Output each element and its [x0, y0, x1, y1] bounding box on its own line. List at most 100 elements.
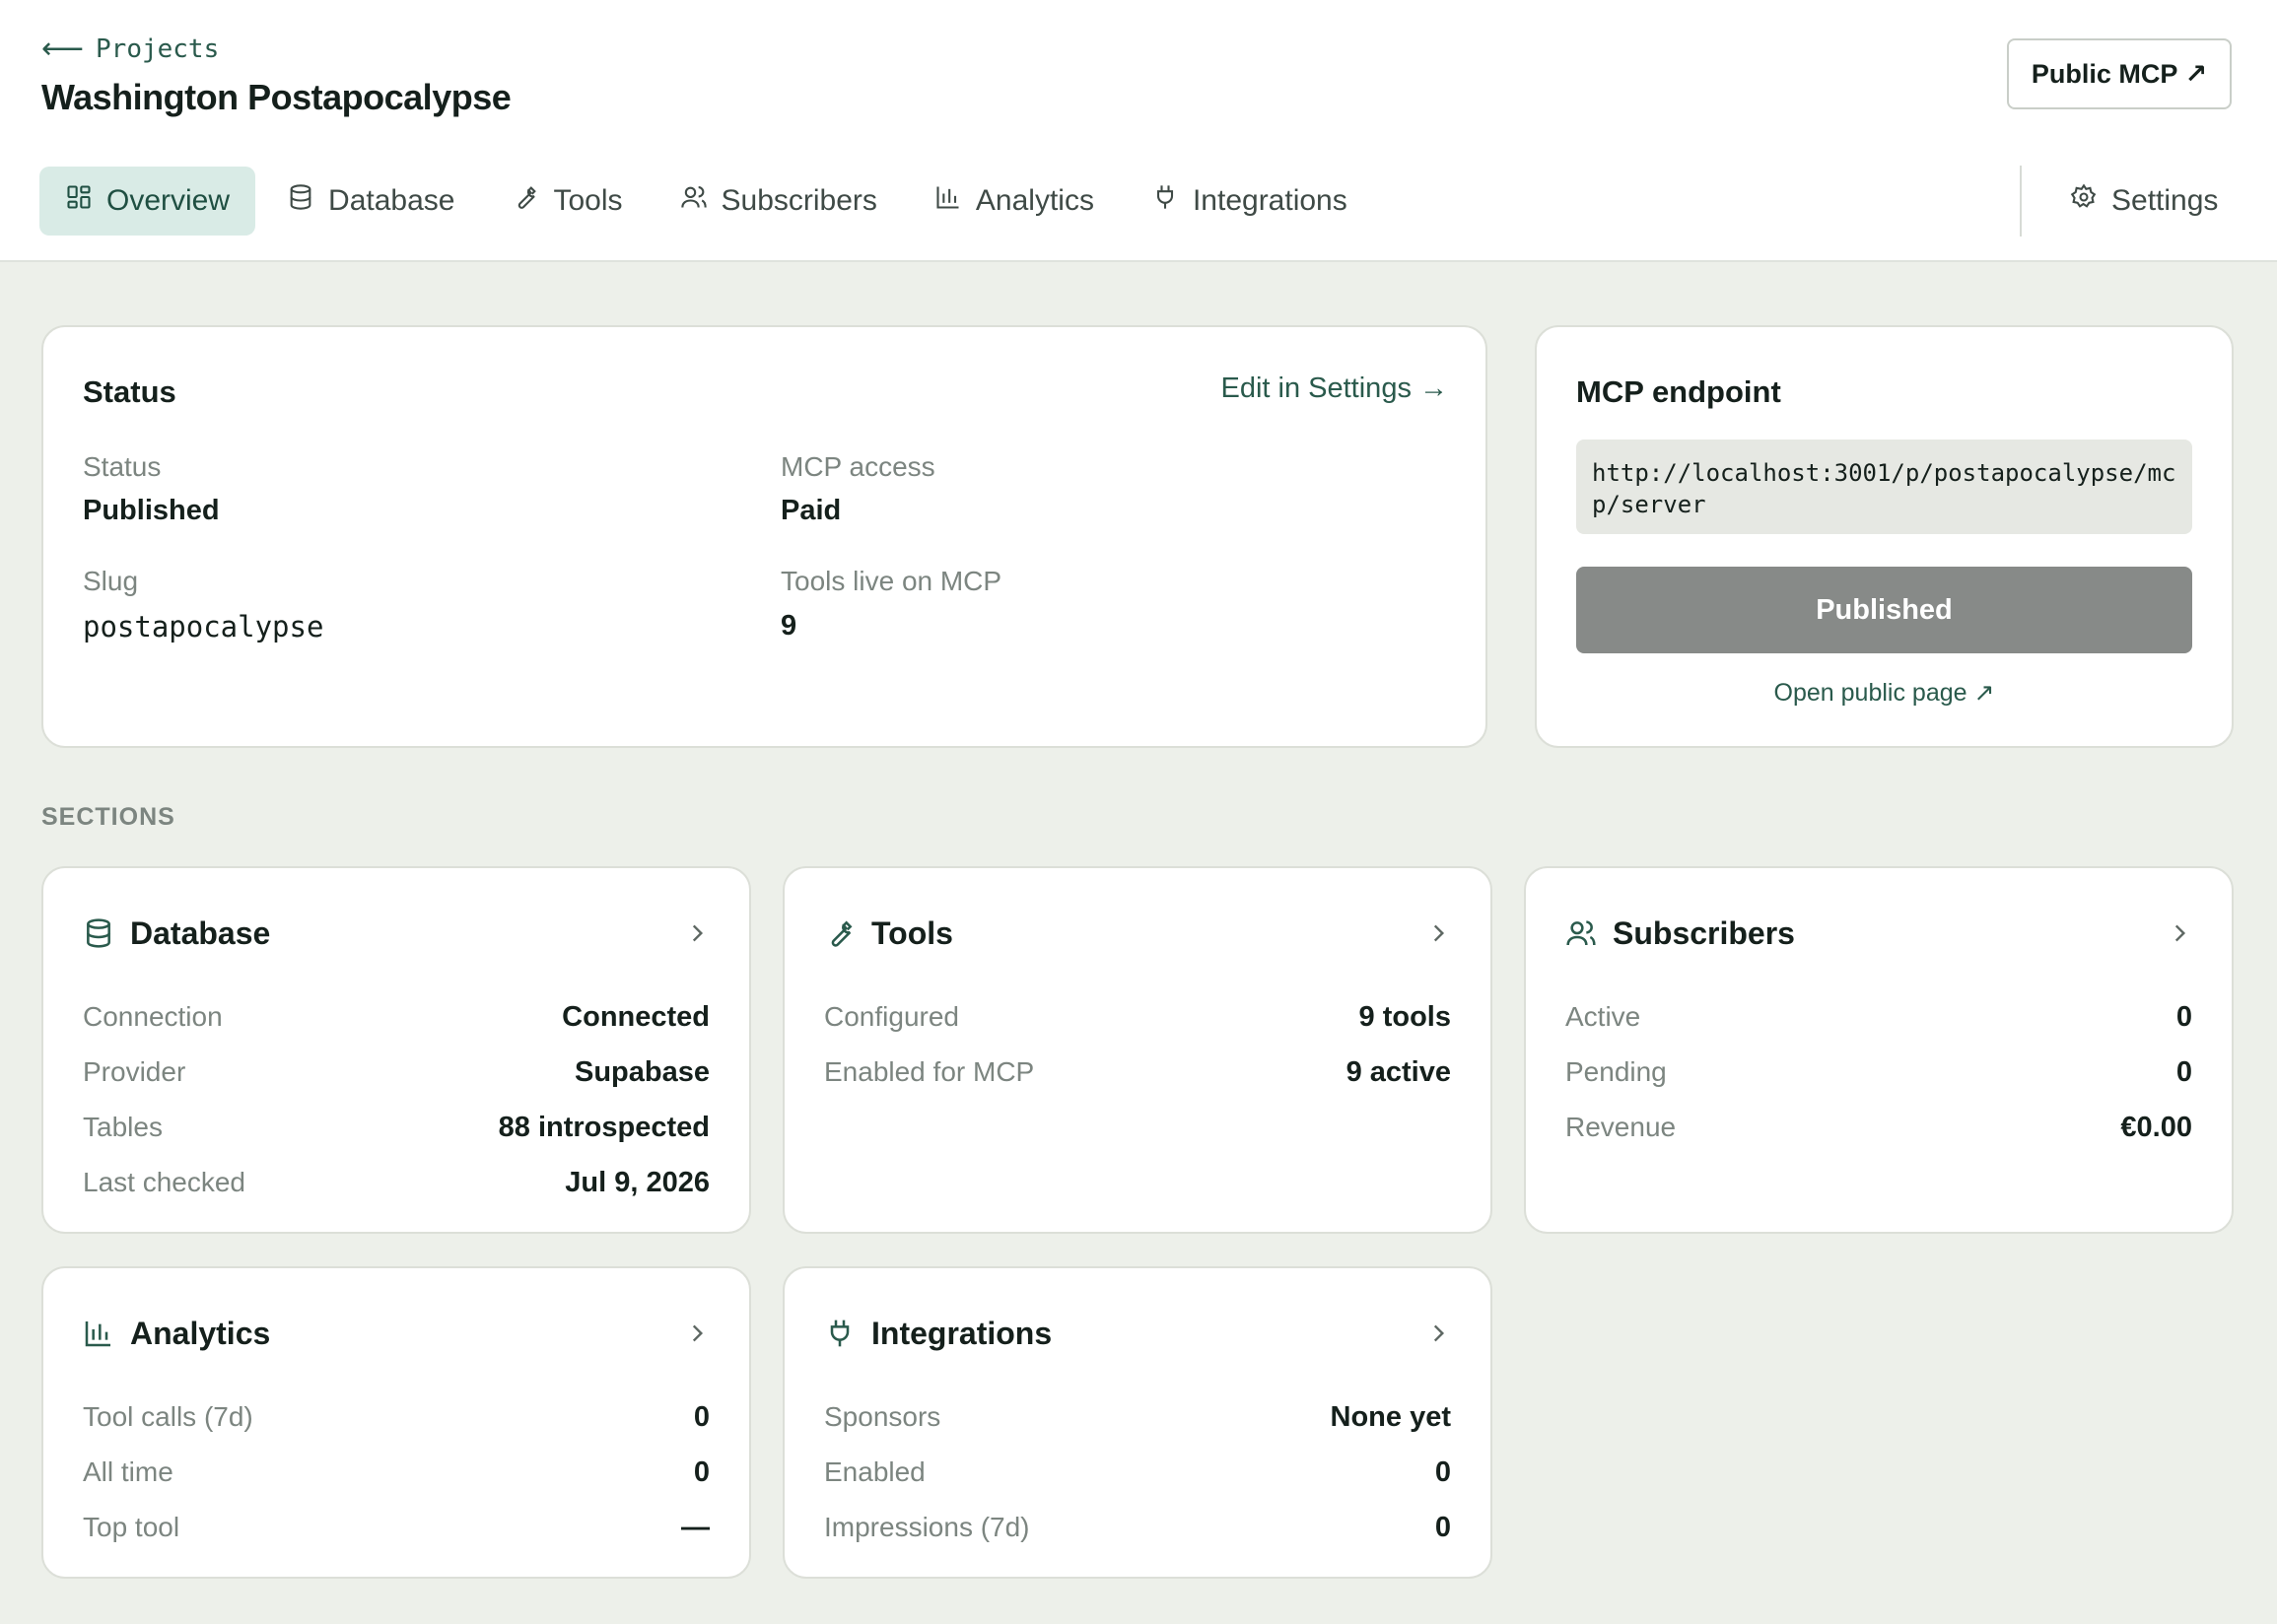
tools-live-label: Tools live on MCP [781, 566, 1002, 596]
list-item: Enabled for MCP 9 active [824, 1045, 1451, 1100]
wrench-icon [824, 917, 856, 949]
status-label: Status [83, 451, 162, 482]
database-section-title: Database [130, 914, 271, 951]
list-item: All time 0 [83, 1445, 710, 1500]
arrow-left-icon: ⟵ [41, 33, 85, 65]
list-item: Configured 9 tools [824, 989, 1451, 1045]
row-value: 9 active [1346, 1055, 1451, 1088]
row-value: 0 [1434, 1455, 1451, 1488]
chevron-right-icon[interactable] [1425, 920, 1451, 946]
published-button[interactable]: Published [1576, 567, 2192, 653]
analytics-section-card[interactable]: Analytics Tool calls (7d) 0 All time 0 Top… [41, 1266, 751, 1579]
back-to-projects-link[interactable]: ⟵ Projects [41, 32, 219, 67]
row-value: Jul 9, 2026 [565, 1166, 710, 1198]
tab-database[interactable]: Database [261, 167, 480, 236]
plug-icon [1151, 183, 1179, 219]
settings-label: Settings [2111, 184, 2219, 217]
row-value: 0 [2175, 1055, 2192, 1088]
row-label: Enabled [824, 1456, 926, 1487]
tools-section-title: Tools [871, 914, 953, 951]
nav-divider [2020, 166, 2022, 237]
list-item: Enabled 0 [824, 1445, 1451, 1500]
row-label: Tables [83, 1112, 163, 1142]
row-label: Provider [83, 1056, 186, 1087]
row-value: — [681, 1511, 710, 1543]
row-label: Sponsors [824, 1401, 941, 1432]
page-header: ⟵ Projects Washington Postapocalypse Pub… [0, 0, 2277, 262]
tab-label: Database [328, 184, 455, 217]
slug-label: Slug [83, 566, 139, 596]
row-value: €0.00 [2120, 1111, 2192, 1143]
tab-label: Analytics [975, 184, 1094, 217]
row-label: Revenue [1565, 1112, 1677, 1142]
mcp-endpoint-heading: MCP endpoint [1576, 374, 1781, 409]
tools-section-card[interactable]: Tools Configured 9 tools Enabled for MCP 9… [783, 866, 1492, 1234]
tab-integrations[interactable]: Integrations [1126, 167, 1373, 236]
list-item: Tables 88 introspected [83, 1100, 710, 1155]
grid-icon [65, 183, 93, 219]
mcp-endpoint-card: MCP endpoint http://localhost:3001/p/pos… [1535, 325, 2234, 748]
bar-chart-icon [934, 183, 962, 219]
users-icon [680, 183, 708, 219]
row-value: 0 [693, 1455, 710, 1488]
integrations-section-title: Integrations [871, 1315, 1053, 1351]
bar-chart-icon [83, 1318, 114, 1349]
chevron-right-icon[interactable] [1425, 1320, 1451, 1346]
sections-heading: SECTIONS [41, 803, 175, 831]
analytics-section-header[interactable]: Analytics [83, 1314, 710, 1353]
tab-label: Tools [553, 184, 623, 217]
row-label: All time [83, 1456, 173, 1487]
list-item: Revenue €0.00 [1565, 1100, 2192, 1155]
gear-icon [2070, 183, 2098, 219]
status-card-heading: Status [83, 374, 176, 409]
list-item: Top tool — [83, 1500, 710, 1555]
tools-section-header[interactable]: Tools [824, 914, 1451, 953]
users-icon [1565, 917, 1597, 949]
tab-subscribers[interactable]: Subscribers [655, 167, 903, 236]
subscribers-section-card[interactable]: Subscribers Active 0 Pending 0 Revenue €0.0… [1524, 866, 2234, 1234]
chevron-right-icon[interactable] [684, 920, 710, 946]
tab-settings[interactable]: Settings [2050, 167, 2238, 236]
public-mcp-button[interactable]: Public MCP ↗ [2007, 38, 2232, 109]
integrations-section-card[interactable]: Integrations Sponsors None yet Enabled 0 I… [783, 1266, 1492, 1579]
mcp-access-label: MCP access [781, 451, 935, 482]
list-item: Provider Supabase [83, 1045, 710, 1100]
chevron-right-icon[interactable] [684, 1320, 710, 1346]
slug-value: postapocalypse [83, 610, 324, 643]
chevron-right-icon[interactable] [2167, 920, 2192, 946]
tab-tools[interactable]: Tools [486, 167, 648, 236]
database-section-card[interactable]: Database Connection Connected Provider Sup… [41, 866, 751, 1234]
list-item: Impressions (7d) 0 [824, 1500, 1451, 1555]
integrations-section-header[interactable]: Integrations [824, 1314, 1451, 1353]
row-value: 0 [693, 1400, 710, 1433]
list-item: Sponsors None yet [824, 1389, 1451, 1445]
page-title: Washington Postapocalypse [41, 77, 512, 117]
row-value: 9 tools [1358, 1000, 1451, 1033]
row-label: Connection [83, 1001, 223, 1032]
subscribers-section-title: Subscribers [1613, 914, 1795, 951]
list-item: Connection Connected [83, 989, 710, 1045]
list-item: Tool calls (7d) 0 [83, 1389, 710, 1445]
database-icon [83, 917, 114, 949]
row-value: None yet [1330, 1400, 1451, 1433]
tab-overview[interactable]: Overview [39, 167, 256, 236]
tab-label: Overview [106, 184, 231, 217]
analytics-section-title: Analytics [130, 1315, 271, 1351]
database-section-header[interactable]: Database [83, 914, 710, 953]
row-value: 88 introspected [498, 1111, 710, 1143]
row-value: 0 [2175, 1000, 2192, 1033]
tools-live-value: 9 [781, 610, 797, 642]
status-value: Published [83, 495, 220, 526]
mcp-access-value: Paid [781, 495, 842, 526]
list-item: Last checked Jul 9, 2026 [83, 1155, 710, 1210]
row-label: Active [1565, 1001, 1641, 1032]
edit-in-settings-link[interactable]: Edit in Settings → [1221, 372, 1449, 405]
database-icon [287, 183, 314, 219]
open-public-page-link[interactable]: Open public page ↗ [1537, 678, 2232, 708]
wrench-icon [512, 183, 539, 219]
subscribers-section-header[interactable]: Subscribers [1565, 914, 2192, 953]
tab-nav: Overview Database Tools Subscribers Anal… [39, 167, 1379, 236]
list-item: Active 0 [1565, 989, 2192, 1045]
endpoint-url[interactable]: http://localhost:3001/p/postapocalypse/m… [1576, 440, 2192, 534]
tab-analytics[interactable]: Analytics [909, 167, 1120, 236]
